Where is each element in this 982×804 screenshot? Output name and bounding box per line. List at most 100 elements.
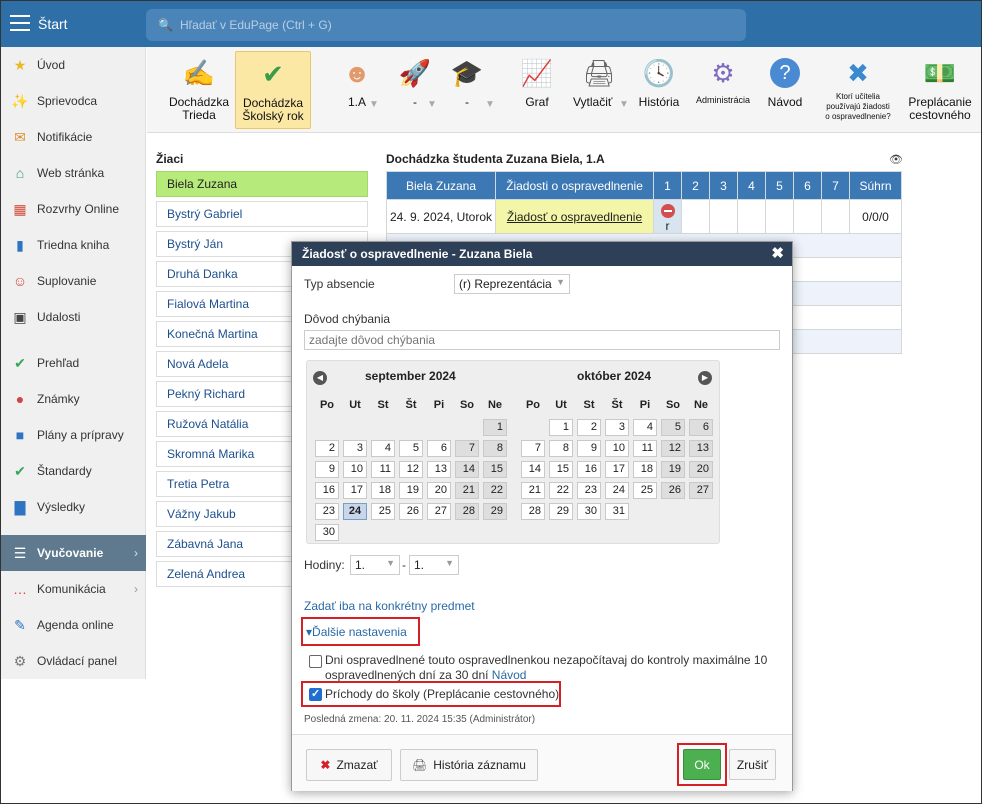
close-icon[interactable]: ✖ (771, 242, 784, 266)
calendar-day[interactable]: 4 (633, 419, 657, 436)
calendar-day[interactable]: 18 (633, 461, 657, 478)
dochadzka-rok-button[interactable]: ✔ Dochádzka Školský rok (235, 51, 311, 129)
preplacanie-button[interactable]: 💵 Preplácanie cestovného (905, 51, 975, 129)
calendar-day[interactable]: 29 (483, 503, 507, 520)
cancel-button[interactable]: Zrušiť (729, 749, 776, 780)
calendar-day[interactable]: 8 (483, 440, 507, 457)
reason-input[interactable] (304, 330, 780, 350)
sidebar-item-2[interactable]: ✨ Sprievodca (1, 83, 146, 119)
class-select[interactable]: ☻ 1.A ▼ (329, 51, 385, 129)
sidebar-item-15[interactable]: … Komunikácia › (1, 571, 146, 607)
sidebar-item-5[interactable]: ▦ Rozvrhy Online (1, 191, 146, 227)
calendar-day[interactable]: 12 (399, 461, 423, 478)
sidebar-item-16[interactable]: ✎ Agenda online (1, 607, 146, 643)
calendar-day[interactable]: 12 (661, 440, 685, 457)
calendar-day[interactable]: 27 (427, 503, 451, 520)
sidebar-item-11[interactable]: ■ Plány a prípravy (1, 417, 146, 453)
calendar-day[interactable]: 28 (521, 503, 545, 520)
eye-hidden-icon[interactable]: 👁 (889, 153, 903, 166)
calendar-day[interactable]: 30 (315, 524, 339, 541)
subject-link[interactable]: Zadať iba na konkrétny predmet (304, 599, 475, 613)
next-month-icon[interactable]: ▶ (698, 371, 712, 385)
hamburger-menu-icon[interactable] (10, 15, 30, 31)
search-input[interactable]: 🔍 Hľadať v EduPage (Ctrl + G) (146, 9, 746, 41)
calendar-day[interactable]: 2 (315, 440, 339, 457)
ok-button[interactable]: Ok (683, 749, 721, 780)
days-excluded-checkbox[interactable] (309, 655, 322, 668)
calendar-day[interactable]: 17 (605, 461, 629, 478)
select-3[interactable]: 🎓 - ▼ (439, 51, 495, 129)
calendar-day[interactable]: 14 (521, 461, 545, 478)
calendar-day[interactable]: 10 (605, 440, 629, 457)
calendar-day[interactable]: 7 (521, 440, 545, 457)
cell[interactable] (793, 199, 822, 234)
calendar-day[interactable]: 16 (315, 482, 339, 499)
sidebar-item-13[interactable]: ▇ Výsledky (1, 489, 146, 525)
cell[interactable] (765, 199, 794, 234)
calendar-day[interactable]: 3 (343, 440, 367, 457)
ktori-ucitelia-button[interactable]: ✖ Ktorí učitelia používajú žiadosti o os… (815, 51, 901, 129)
sidebar-item-1[interactable]: ★ Úvod (1, 47, 146, 83)
hours-from-select[interactable]: 1. ▼ (350, 555, 400, 575)
calendar-day[interactable]: 1 (483, 419, 507, 436)
administracia-button[interactable]: ⚙ Administrácia (691, 51, 755, 129)
calendar-day[interactable]: 18 (371, 482, 395, 499)
request-link[interactable]: Žiadosť o ospravedlnenie (495, 199, 654, 234)
calendar-day[interactable]: 27 (689, 482, 713, 499)
calendar-day[interactable]: 11 (633, 440, 657, 457)
calendar-day[interactable]: 20 (427, 482, 451, 499)
calendar-day[interactable]: 13 (689, 440, 713, 457)
sidebar-item-4[interactable]: ⌂ Web stránka (1, 155, 146, 191)
arrivals-checkbox[interactable] (309, 687, 322, 701)
sidebar-item-3[interactable]: ✉ Notifikácie (1, 119, 146, 155)
sidebar-item-17[interactable]: ⚙ Ovládací panel (1, 643, 146, 679)
calendar-day[interactable]: 23 (577, 482, 601, 499)
cell[interactable] (709, 199, 738, 234)
calendar-day[interactable]: 30 (577, 503, 601, 520)
sidebar-item-12[interactable]: ✔ Štandardy (1, 453, 146, 489)
calendar-day[interactable]: 24 (343, 503, 367, 520)
more-settings-toggle[interactable]: ▾Ďalšie nastavenia (306, 625, 407, 639)
calendar-day[interactable]: 29 (549, 503, 573, 520)
historia-button[interactable]: 🕓 História (633, 51, 685, 129)
calendar-day[interactable]: 2 (577, 419, 601, 436)
cell[interactable] (737, 199, 766, 234)
calendar-day[interactable]: 19 (661, 461, 685, 478)
calendar-day[interactable]: 15 (549, 461, 573, 478)
sidebar-item-6[interactable]: ▮ Triedna kniha (1, 227, 146, 263)
calendar-day[interactable]: 25 (371, 503, 395, 520)
calendar-day[interactable]: 22 (549, 482, 573, 499)
calendar-day[interactable]: 4 (371, 440, 395, 457)
calendar-day[interactable]: 10 (343, 461, 367, 478)
calendar-day[interactable]: 3 (605, 419, 629, 436)
hours-to-select[interactable]: 1. ▼ (409, 555, 459, 575)
graf-button[interactable]: 📈 Graf (513, 51, 561, 129)
sidebar-item-14[interactable]: ☰ Vyučovanie › (1, 535, 146, 571)
calendar-day[interactable]: 14 (455, 461, 479, 478)
calendar-day[interactable]: 6 (427, 440, 451, 457)
start-label[interactable]: Štart (38, 16, 68, 32)
history-button[interactable]: 🖨 História záznamu (400, 749, 538, 781)
calendar-day[interactable]: 11 (371, 461, 395, 478)
calendar-day[interactable]: 26 (661, 482, 685, 499)
calendar-day[interactable]: 8 (549, 440, 573, 457)
calendar-day[interactable]: 19 (399, 482, 423, 499)
vytlacit-button[interactable]: 🖨 Vytlačiť ▼ (567, 51, 631, 129)
sidebar-item-7[interactable]: ☺ Suplovanie (1, 263, 146, 299)
calendar-day[interactable]: 28 (455, 503, 479, 520)
calendar-day[interactable]: 5 (661, 419, 685, 436)
navod-button[interactable]: ? Návod (759, 51, 811, 129)
calendar-day[interactable]: 5 (399, 440, 423, 457)
cell[interactable] (681, 199, 710, 234)
calendar-day[interactable]: 6 (689, 419, 713, 436)
select-2[interactable]: 🚀 - ▼ (387, 51, 443, 129)
calendar-day[interactable]: 13 (427, 461, 451, 478)
dochadzka-trieda-button[interactable]: ✍ Dochádzka Trieda (167, 51, 231, 129)
days-excluded-help-link[interactable]: Návod (492, 668, 527, 682)
list-item[interactable]: Bystrý Gabriel (156, 201, 368, 227)
calendar-day[interactable]: 24 (605, 482, 629, 499)
calendar-day[interactable]: 23 (315, 503, 339, 520)
calendar-day[interactable]: 20 (689, 461, 713, 478)
calendar-day[interactable]: 15 (483, 461, 507, 478)
calendar-day[interactable]: 1 (549, 419, 573, 436)
